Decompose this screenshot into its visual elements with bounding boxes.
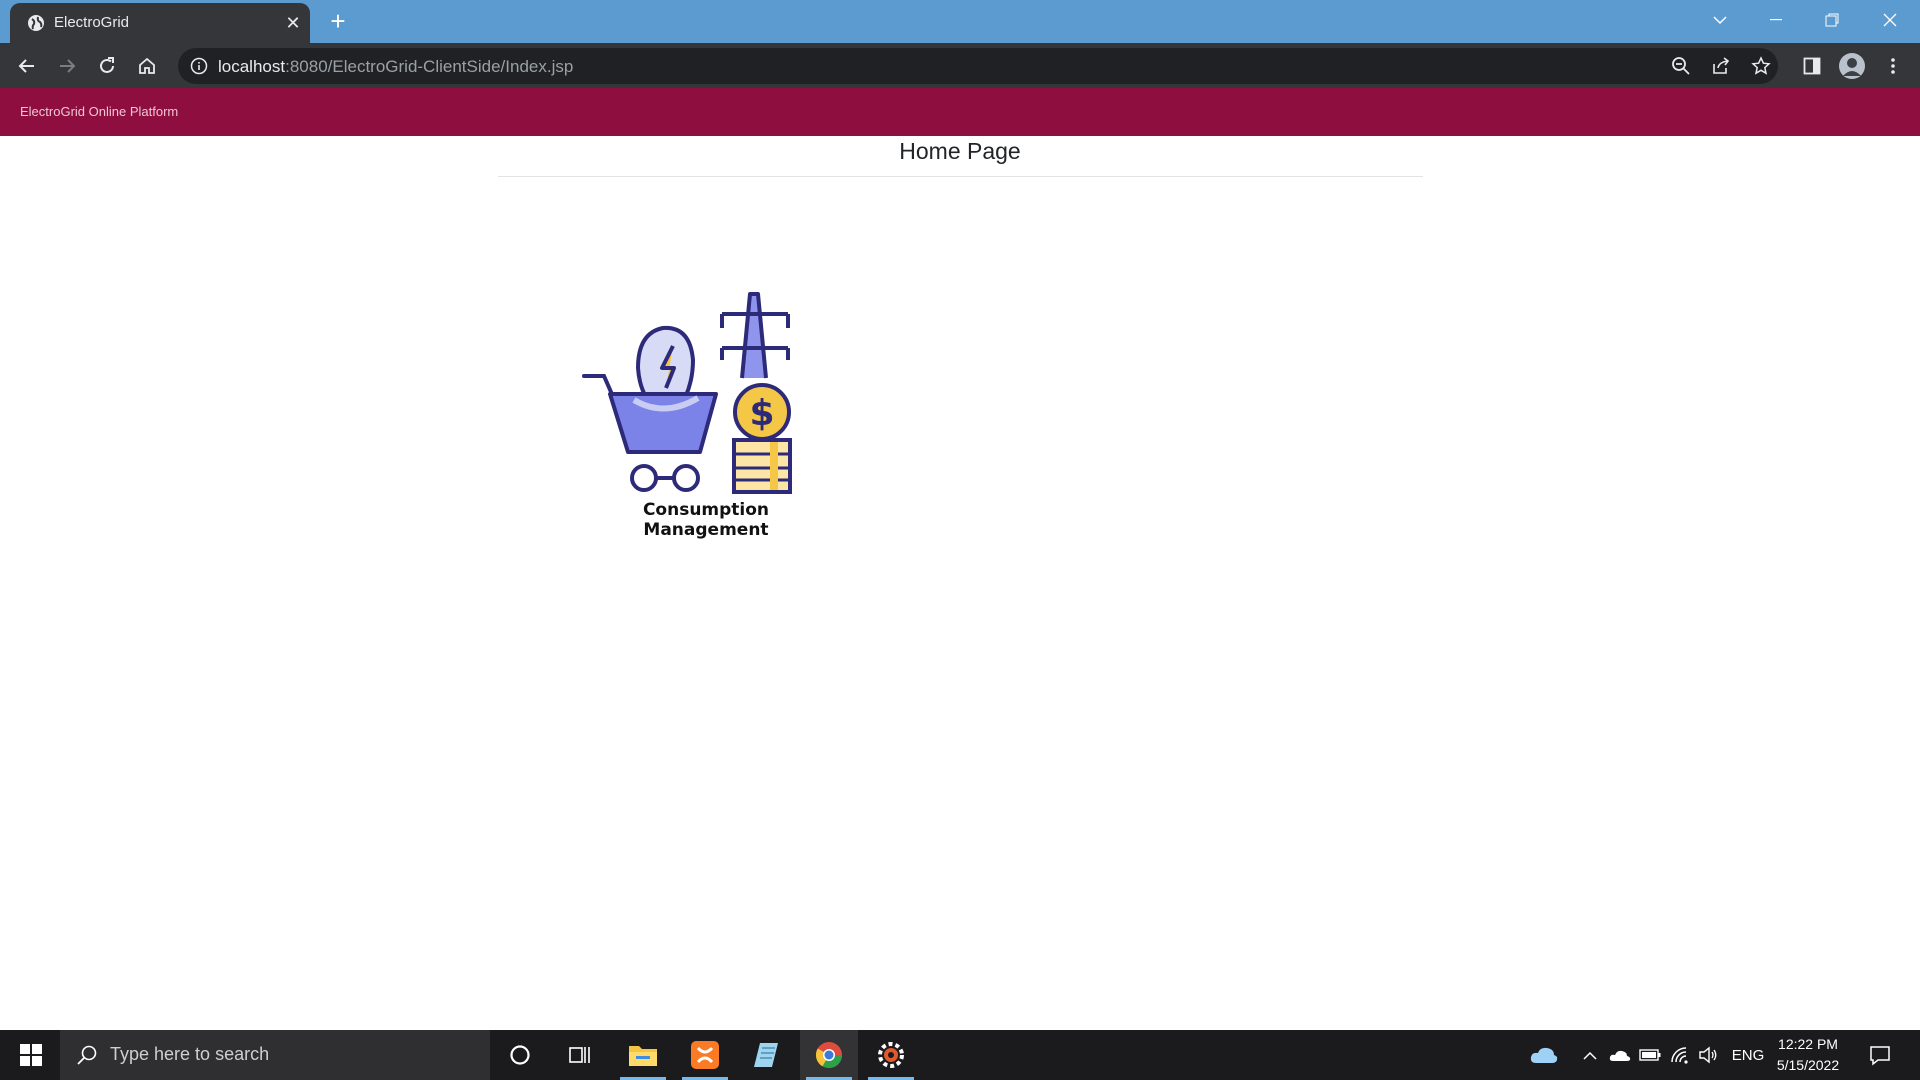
- weather-cloud-icon[interactable]: [1530, 1044, 1558, 1066]
- text-editor-app[interactable]: [738, 1030, 796, 1080]
- windows-logo-icon: [20, 1044, 42, 1066]
- cortana-button[interactable]: [491, 1030, 549, 1080]
- task-view-button[interactable]: [551, 1030, 609, 1080]
- onedrive-cloud-icon[interactable]: [1608, 1044, 1632, 1066]
- profile-avatar[interactable]: [1839, 53, 1865, 79]
- notepad-icon: [754, 1043, 778, 1067]
- taskbar-clock[interactable]: 12:22 PM 5/15/2022: [1760, 1034, 1856, 1076]
- app-navbar: ElectroGrid Online Platform: [0, 88, 1920, 136]
- zoom-icon[interactable]: [1668, 53, 1694, 79]
- forward-button[interactable]: [52, 51, 82, 81]
- start-button[interactable]: [2, 1030, 60, 1080]
- reload-button[interactable]: [92, 51, 122, 81]
- gear-icon: [878, 1042, 904, 1068]
- url-host: localhost: [218, 57, 286, 76]
- url-text: localhost:8080/ElectroGrid-ClientSide/In…: [218, 57, 573, 77]
- navbar-brand[interactable]: ElectroGrid Online Platform: [20, 104, 178, 119]
- restore-button[interactable]: [1804, 0, 1860, 40]
- side-panel-icon[interactable]: [1799, 53, 1825, 79]
- site-info-icon[interactable]: [190, 57, 208, 75]
- globe-icon: [26, 13, 46, 33]
- close-tab-icon[interactable]: ✕: [282, 12, 304, 34]
- windows-taskbar: Type here to search ENG 12:22 PM 5/15/20…: [0, 1030, 1920, 1080]
- chevron-up-icon[interactable]: [1580, 1044, 1600, 1066]
- consumption-management-card[interactable]: $ Consumption Management: [578, 288, 834, 540]
- chrome-icon: [815, 1042, 843, 1069]
- address-bar[interactable]: localhost:8080/ElectroGrid-ClientSide/In…: [178, 48, 1778, 84]
- home-button[interactable]: [132, 51, 162, 81]
- back-button[interactable]: [12, 51, 42, 81]
- search-icon: [76, 1044, 98, 1071]
- browser-toolbar: localhost:8080/ElectroGrid-ClientSide/In…: [0, 43, 1920, 88]
- title-divider: [498, 176, 1423, 177]
- search-placeholder: Type here to search: [110, 1044, 270, 1064]
- module-label: Consumption Management: [642, 500, 770, 540]
- clock-date: 5/15/2022: [1776, 1057, 1840, 1073]
- share-icon[interactable]: [1708, 53, 1734, 79]
- menu-kebab-icon[interactable]: [1880, 53, 1906, 79]
- tab-search-button[interactable]: [1692, 0, 1748, 40]
- consumption-management-icon: $: [582, 292, 792, 494]
- clock-time: 12:22 PM: [1778, 1036, 1838, 1052]
- new-tab-button[interactable]: +: [324, 7, 352, 35]
- folder-icon: [629, 1046, 657, 1066]
- settings-app[interactable]: [862, 1030, 920, 1080]
- xampp-app[interactable]: [676, 1030, 734, 1080]
- tab-title: ElectroGrid: [54, 14, 130, 31]
- notifications-icon[interactable]: [1866, 1044, 1894, 1066]
- bookmark-star-icon[interactable]: [1748, 53, 1774, 79]
- browser-tab[interactable]: ElectroGrid ✕: [10, 3, 310, 43]
- close-window-button[interactable]: [1862, 0, 1918, 40]
- page-title: Home Page: [899, 138, 1021, 164]
- taskbar-search-box[interactable]: Type here to search: [60, 1030, 490, 1080]
- svg-text:$: $: [749, 393, 774, 434]
- file-explorer-app[interactable]: [614, 1030, 672, 1080]
- xampp-icon: [691, 1041, 719, 1069]
- battery-icon[interactable]: [1638, 1044, 1662, 1066]
- browser-tab-strip: ElectroGrid ✕ +: [0, 0, 1920, 43]
- volume-icon[interactable]: [1696, 1044, 1720, 1066]
- minimize-button[interactable]: [1748, 0, 1804, 40]
- chrome-app[interactable]: [800, 1030, 858, 1080]
- url-path: :8080/ElectroGrid-ClientSide/Index.jsp: [285, 57, 574, 76]
- wifi-icon[interactable]: [1668, 1044, 1692, 1066]
